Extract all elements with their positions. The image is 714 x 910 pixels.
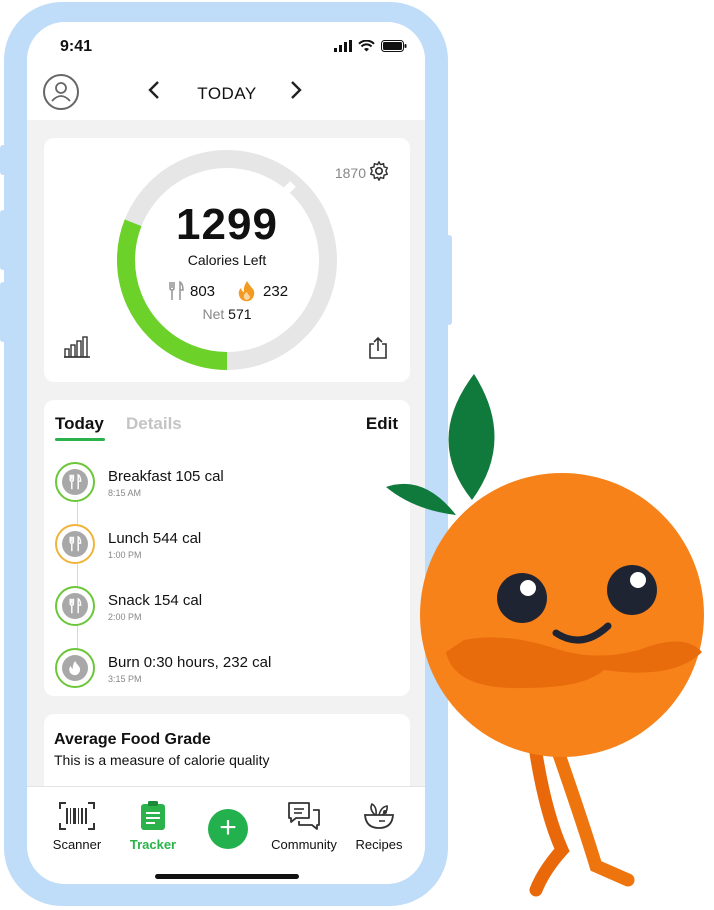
status-bar: 9:41 <box>27 22 425 70</box>
fork-knife-icon <box>69 598 82 614</box>
bottom-tab-bar: Scanner Tracker + Community Recipes <box>27 786 425 884</box>
chevron-left-icon <box>148 81 159 99</box>
entry-name: Lunch <box>108 530 149 547</box>
chevron-right-icon <box>291 81 302 99</box>
entry-name: Breakfast <box>108 468 172 485</box>
phone-screen: 9:41 TODAY 1870 1299 Calories Left 803 2… <box>27 22 425 884</box>
food-calories: 803 <box>190 282 216 300</box>
entry-title: Burn 0:30 hours, 232 cal <box>108 654 271 671</box>
phone-side-button <box>0 210 6 270</box>
entry-time: 3:15 PM <box>108 674 142 684</box>
entry-name: Snack <box>108 592 150 609</box>
tab-scanner-label: Scanner <box>52 837 102 852</box>
status-time: 9:41 <box>60 38 93 55</box>
mascot-leg-right <box>547 733 635 887</box>
entry-value: 0:30 hours, 232 cal <box>143 654 272 671</box>
phone-side-button <box>0 145 6 175</box>
profile-avatar-button[interactable] <box>43 74 79 110</box>
tab-scanner[interactable]: Scanner <box>37 801 117 852</box>
food-grade-title: Average Food Grade <box>54 731 211 748</box>
settings-button[interactable] <box>368 160 390 187</box>
phone-side-button <box>0 282 6 342</box>
orange-mascot-illustration <box>386 374 704 897</box>
daily-log-card: Today Details Edit Breakfast 105 cal 8:15… <box>44 400 410 696</box>
entry-time: 1:00 PM <box>108 550 142 560</box>
chat-bubbles-icon <box>288 802 320 830</box>
calorie-goal: 1870 <box>334 165 366 181</box>
entry-badge <box>55 586 95 626</box>
mascot-body <box>420 473 704 757</box>
mascot-eye-left <box>497 573 547 623</box>
user-icon <box>51 82 71 102</box>
tab-community[interactable]: Community <box>264 801 344 852</box>
timeline-connector <box>77 484 78 664</box>
log-entry-burn[interactable]: Burn 0:30 hours, 232 cal 3:15 PM <box>55 648 395 692</box>
burned-calories: 232 <box>263 282 289 300</box>
stats-button[interactable] <box>64 336 90 363</box>
barcode-scanner-icon <box>59 802 95 830</box>
date-navigation: TODAY <box>27 70 425 120</box>
mascot-eye-right <box>607 565 657 615</box>
tab-today[interactable]: Today <box>55 414 104 434</box>
entry-badge <box>55 462 95 502</box>
log-entry-snack[interactable]: Snack 154 cal 2:00 PM <box>55 586 395 630</box>
add-entry-button[interactable]: + <box>208 809 248 849</box>
share-icon <box>369 336 387 359</box>
entry-name: Burn <box>108 654 140 671</box>
flame-icon <box>238 281 255 302</box>
bar-chart-icon <box>64 336 90 358</box>
entry-title: Snack 154 cal <box>108 592 202 609</box>
battery-icon <box>381 40 407 52</box>
net-calories: Net 571 <box>44 306 410 322</box>
net-label: Net <box>202 306 225 322</box>
entry-time: 8:15 AM <box>108 488 142 498</box>
wifi-icon <box>358 40 375 52</box>
next-day-button[interactable] <box>289 80 303 106</box>
tab-tracker-label: Tracker <box>129 837 177 852</box>
mascot-leaf-small <box>386 483 456 515</box>
entry-time: 2:00 PM <box>108 612 142 622</box>
signal-icon <box>334 40 352 52</box>
mascot-eye-right-highlight <box>630 572 646 588</box>
current-date-title: TODAY <box>197 84 257 103</box>
calories-left-label: Calories Left <box>187 252 267 268</box>
entry-badge <box>55 648 95 688</box>
intake-summary: 803 232 <box>168 280 288 302</box>
entry-title: Lunch 544 cal <box>108 530 201 547</box>
flame-icon <box>69 661 81 676</box>
active-tab-indicator <box>55 438 105 441</box>
entry-value: 105 cal <box>175 468 224 485</box>
mascot-eye-left-highlight <box>520 580 536 596</box>
entry-value: 154 cal <box>153 592 203 609</box>
calories-summary-card: 1870 1299 Calories Left 803 232 Net 571 <box>44 138 410 382</box>
clipboard-icon <box>141 801 165 830</box>
calories-left-value: 1299 <box>176 200 278 249</box>
status-icons <box>334 40 407 52</box>
phone-side-button <box>446 235 452 325</box>
net-value: 571 <box>228 306 252 322</box>
tab-details[interactable]: Details <box>126 414 182 434</box>
entry-value: 544 cal <box>152 530 202 547</box>
tab-community-label: Community <box>271 837 337 852</box>
entry-title: Breakfast 105 cal <box>108 468 224 485</box>
home-indicator <box>155 874 299 879</box>
previous-day-button[interactable] <box>147 80 161 106</box>
log-entry-lunch[interactable]: Lunch 544 cal 1:00 PM <box>55 524 395 568</box>
fork-knife-icon <box>69 474 82 490</box>
fork-knife-icon <box>69 536 82 552</box>
share-button[interactable] <box>368 336 388 365</box>
tab-tracker[interactable]: Tracker <box>113 801 193 852</box>
food-grade-subtitle: This is a measure of calorie quality <box>54 752 270 768</box>
entry-badge <box>55 524 95 564</box>
fork-knife-icon <box>169 281 184 300</box>
gear-icon <box>370 161 388 181</box>
mascot-leaf-large <box>448 374 495 500</box>
log-entry-breakfast[interactable]: Breakfast 105 cal 8:15 AM <box>55 462 395 506</box>
